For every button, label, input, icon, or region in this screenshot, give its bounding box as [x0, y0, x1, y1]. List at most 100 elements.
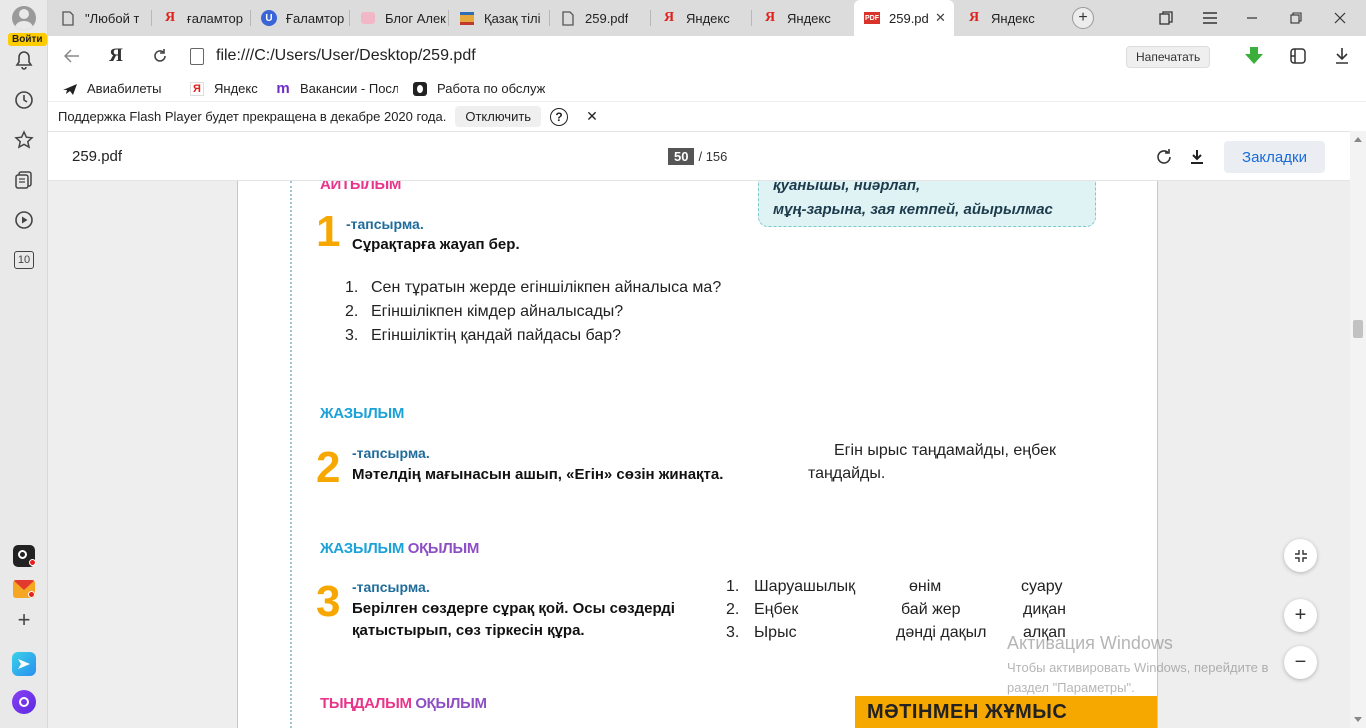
tab-5[interactable]: Қазақ тілі [449, 0, 549, 36]
tab-manager-icon[interactable] [1146, 0, 1186, 36]
callout-line: қуанышы, ниәрлап, [773, 181, 921, 194]
proverb-line: Егін ырыс таңдамайды, еңбек [834, 442, 1056, 459]
tab-title: Қазақ тілі [484, 10, 541, 26]
blog-icon [360, 10, 376, 26]
fit-icon[interactable] [1284, 539, 1317, 572]
avatar [12, 6, 36, 30]
help-icon[interactable]: ? [550, 107, 569, 126]
browser-sidebar: Войти 10 + [0, 0, 48, 728]
drop-icon [412, 81, 428, 97]
pdf-bookmarks-button[interactable]: Закладки [1224, 141, 1325, 173]
plane-icon [62, 81, 78, 97]
yandex-home-icon[interactable]: Я [104, 44, 128, 68]
tab-title: 259.pdf [889, 10, 929, 26]
m-icon: m [276, 80, 290, 97]
add-icon[interactable]: + [12, 607, 36, 632]
bell-icon[interactable] [12, 48, 36, 72]
tab-title: 259.pdf [585, 10, 629, 26]
zoom-in-icon[interactable]: + [1284, 599, 1317, 632]
back-icon[interactable] [60, 44, 84, 68]
bookmark-vacancies[interactable]: m Вакансии - Послед [275, 81, 398, 97]
minimize-icon[interactable] [1232, 0, 1272, 36]
section-banner: МӘТІНМЕН ЖҰМЫС [855, 696, 1157, 728]
star-icon[interactable] [12, 128, 36, 152]
tab-10[interactable]: Я Яндекс [956, 0, 1056, 36]
messenger-icon[interactable] [12, 652, 36, 676]
pdf-toolbar: 259.pdf 50 / 156 Закладки [48, 131, 1366, 181]
bookmarks-bar: Авиабилеты Я Яндекс m Вакансии - Послед … [48, 76, 1366, 101]
section-heading: ЖАЗЫЛЫМ ОҚЫЛЫМ [320, 540, 480, 557]
bookmark-label: Вакансии - Послед [300, 81, 398, 96]
table-row: 2. Еңбек бай жер диқан [726, 601, 1067, 618]
bookmark-label: Яндекс [214, 81, 258, 96]
print-button[interactable]: Напечатать [1126, 46, 1211, 68]
pdf-icon: PDF [864, 10, 880, 26]
rotate-icon[interactable] [1153, 146, 1175, 168]
bookmark-yandex[interactable]: Я Яндекс [189, 81, 261, 97]
collections-icon[interactable] [12, 168, 36, 192]
bookmark-work[interactable]: Работа по обслуж [412, 81, 545, 97]
task-number: 1 [316, 207, 341, 256]
scrollbar[interactable] [1350, 131, 1366, 728]
tab-title: Яндекс [686, 10, 730, 26]
scrollbar-thumb[interactable] [1353, 320, 1363, 338]
zoom-out-icon[interactable]: − [1284, 646, 1317, 679]
address-input[interactable]: file:///C:/Users/User/Desktop/259.pdf [190, 42, 1210, 70]
extensions-icon[interactable] [1286, 44, 1310, 68]
tab-2[interactable]: Я ғаламтор [152, 0, 250, 36]
new-tab-button[interactable]: + [1072, 7, 1094, 29]
section-heading: ЖАЗЫЛЫМ [320, 405, 405, 422]
list-item: 1. Сен тұратын жерде егіншілікпен айналыс… [345, 279, 722, 296]
tab-title: "Любой т [85, 10, 140, 26]
download-manager-icon[interactable] [1242, 44, 1266, 68]
tab-title: Ғаламтор [286, 10, 345, 26]
doc-icon [560, 10, 576, 26]
tab-7[interactable]: Я Яндекс [651, 0, 751, 36]
section-heading: АЙТЫЛЫМ [320, 181, 402, 193]
profile-button[interactable]: Войти [8, 6, 47, 46]
current-page-input[interactable]: 50 [668, 148, 695, 165]
counter-icon[interactable]: 10 [12, 248, 36, 272]
close-tab-icon[interactable]: ✕ [935, 10, 946, 26]
reload-icon[interactable] [148, 44, 172, 68]
mail-icon[interactable] [12, 577, 36, 601]
menu-icon[interactable] [1190, 0, 1230, 36]
table-row: 1. Шаруашылық өнім суару [726, 578, 1063, 595]
tab-3[interactable]: U Ғаламтор [251, 0, 349, 36]
restore-icon[interactable] [1276, 0, 1316, 36]
bookmark-aviatickets[interactable]: Авиабилеты [62, 81, 175, 97]
address-bar-row: Я file:///C:/Users/User/Desktop/259.pdf … [48, 36, 1366, 76]
task-label: -тапсырма. [352, 445, 430, 461]
login-label[interactable]: Войти [8, 33, 47, 46]
disable-button[interactable]: Отключить [455, 106, 542, 127]
task-text: Берілген сөздерге сұрақ қой. Осы сөздерд… [352, 600, 675, 639]
task-text: Сұрақтарға жауап бер. [352, 236, 520, 253]
yandex-icon: Я [164, 10, 176, 25]
task-number: 2 [316, 443, 341, 492]
alice-icon[interactable] [12, 690, 36, 714]
tab-title: Блог Алек [385, 10, 446, 26]
tab-8[interactable]: Я Яндекс [752, 0, 852, 36]
info-message: Поддержка Flash Player будет прекращена … [58, 109, 447, 124]
tab-6[interactable]: 259.pdf [550, 0, 650, 36]
download-icon[interactable] [1330, 44, 1354, 68]
tab-4[interactable]: Блог Алек [350, 0, 448, 36]
pdf-filename: 259.pdf [72, 148, 123, 165]
tab-title: Яндекс [787, 10, 831, 26]
save-pdf-icon[interactable] [1186, 146, 1208, 168]
tab-9-active[interactable]: PDF 259.pdf ✕ [854, 0, 954, 36]
yandex-icon: Я [968, 10, 980, 25]
task-label: -тапсырма. [352, 579, 430, 595]
tab-title: Яндекс [991, 10, 1035, 26]
play-icon[interactable] [12, 208, 36, 232]
list-item: 2. Егіншілікпен кімдер айналысады? [345, 303, 624, 320]
callout-line: мұң-зарына, зая кетпей, айырылмас [773, 201, 1053, 218]
close-icon[interactable]: ✕ [586, 108, 598, 125]
tab-1[interactable]: "Любой т [50, 0, 151, 36]
windows-activation-watermark: Активация Windows Чтобы активировать Win… [1007, 633, 1269, 695]
history-icon[interactable] [12, 88, 36, 112]
task-text: Мәтелдің мағынасын ашып, «Егін» сөзін жи… [352, 466, 724, 483]
close-window-icon[interactable] [1320, 0, 1360, 36]
alice-camera-icon[interactable] [12, 544, 36, 568]
bookmark-label: Авиабилеты [87, 81, 162, 96]
